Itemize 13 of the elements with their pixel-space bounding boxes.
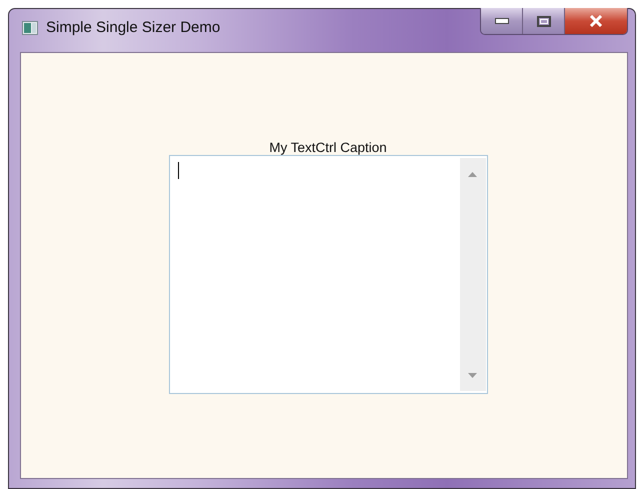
window-title: Simple Single Sizer Demo [46,18,220,38]
text-field-caption: My TextCtrl Caption [269,140,387,155]
text-area-field[interactable] [168,155,488,394]
minimize-button[interactable] [481,8,523,34]
close-button[interactable] [565,8,627,34]
vertical-scrollbar[interactable] [460,158,486,391]
app-icon [22,21,38,35]
scroll-down-icon[interactable] [468,373,477,378]
scroll-up-icon[interactable] [468,172,477,177]
minimize-icon [494,18,508,24]
close-icon [588,15,604,27]
maximize-button[interactable] [523,8,565,34]
maximize-icon [536,16,550,26]
